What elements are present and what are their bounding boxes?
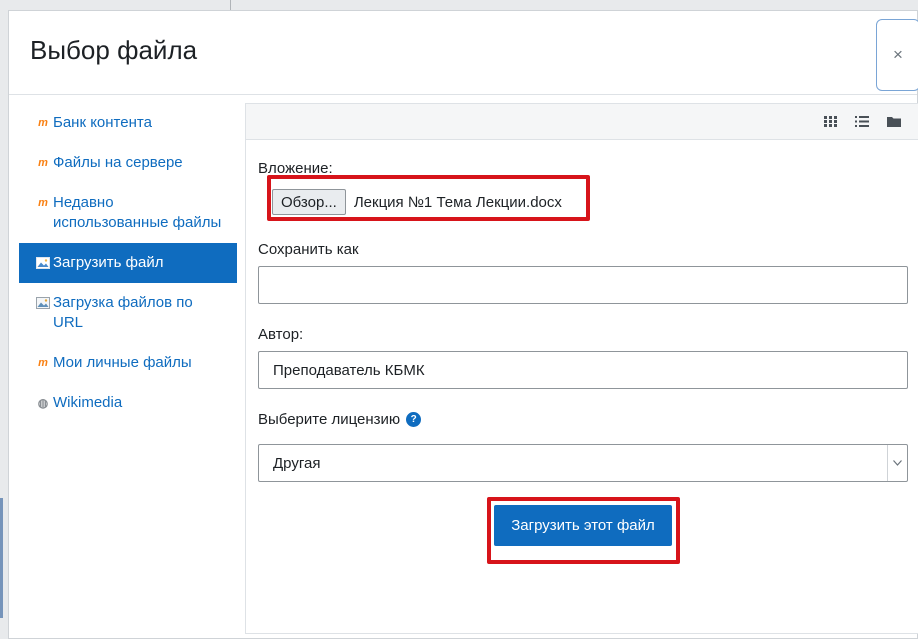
sidebar-item-label: Недавно использованные файлы	[53, 194, 222, 231]
close-button[interactable]: ×	[876, 19, 918, 91]
upload-actions: Загрузить этот файл	[258, 497, 908, 581]
moodle-icon: m	[38, 197, 48, 209]
license-select[interactable]: Другая	[258, 444, 908, 482]
grid-view-button[interactable]	[814, 112, 846, 132]
sidebar-item-label: Загрузка файлов по URL	[53, 294, 193, 331]
author-label: Автор:	[258, 326, 304, 343]
dialog-title: Выбор файла	[30, 35, 198, 65]
selected-file-name: Лекция №1 Тема Лекции.docx	[353, 193, 562, 211]
save-as-input[interactable]	[258, 266, 908, 304]
moodle-icon: m	[38, 157, 48, 169]
file-picker-dialog: Выбор файла × m Банк контента m Файлы на…	[8, 10, 918, 639]
wikimedia-icon: ◍	[37, 396, 49, 410]
upload-picture-icon	[35, 255, 51, 271]
sidebar-item-wikimedia[interactable]: ◍ Wikimedia	[19, 383, 237, 423]
view-toolbar	[246, 104, 918, 140]
view-switcher	[814, 112, 910, 132]
save-as-label: Сохранить как	[258, 241, 359, 258]
url-picture-icon	[35, 295, 51, 311]
screen: Выбор файла × m Банк контента m Файлы на…	[0, 0, 918, 639]
file-selector: Обзор... Лекция №1 Тема Лекции.docx	[258, 175, 908, 221]
chevron-down-icon	[887, 445, 907, 481]
folder-view-button[interactable]	[878, 112, 910, 132]
repository-sidebar: m Банк контента m Файлы на сервере m Нед…	[19, 103, 237, 423]
sidebar-item-server-files[interactable]: m Файлы на сервере	[19, 143, 237, 183]
sidebar-item-label: Банк контента	[53, 114, 152, 131]
browse-button[interactable]: Обзор...	[272, 189, 346, 215]
list-view-button[interactable]	[846, 112, 878, 132]
sidebar-item-recent-files[interactable]: m Недавно использованные файлы	[19, 183, 237, 243]
upload-this-file-button[interactable]: Загрузить этот файл	[494, 505, 672, 546]
moodle-icon: m	[38, 117, 48, 129]
moodle-icon: m	[38, 357, 48, 369]
sidebar-item-upload-file[interactable]: Загрузить файл	[19, 243, 237, 283]
license-selected-value: Другая	[273, 454, 321, 472]
license-label: Выберите лицензию	[258, 411, 401, 428]
attachment-label: Вложение:	[258, 160, 333, 177]
sidebar-item-url-download[interactable]: Загрузка файлов по URL	[19, 283, 237, 343]
close-icon: ×	[893, 45, 903, 64]
help-icon[interactable]: ?	[406, 412, 422, 427]
list-view-icon	[855, 115, 869, 130]
sidebar-item-label: Мои личные файлы	[53, 354, 192, 371]
author-input[interactable]: Преподаватель КБМК	[258, 351, 908, 389]
license-label-row: Выберите лицензию ?	[258, 411, 908, 428]
sidebar-item-content-bank[interactable]: m Банк контента	[19, 103, 237, 143]
folder-view-icon	[887, 115, 901, 130]
sidebar-item-private-files[interactable]: m Мои личные файлы	[19, 343, 237, 383]
sidebar-item-label: Файлы на сервере	[53, 154, 183, 171]
sidebar-item-label: Wikimedia	[53, 394, 123, 411]
sidebar-item-label: Загрузить файл	[53, 254, 164, 271]
upload-panel: Вложение: Обзор... Лекция №1 Тема Лекции…	[245, 103, 918, 634]
upload-form: Вложение: Обзор... Лекция №1 Тема Лекции…	[258, 160, 908, 581]
dialog-header: Выбор файла ×	[9, 11, 918, 95]
grid-view-icon	[823, 115, 837, 130]
background-edge	[0, 498, 3, 618]
